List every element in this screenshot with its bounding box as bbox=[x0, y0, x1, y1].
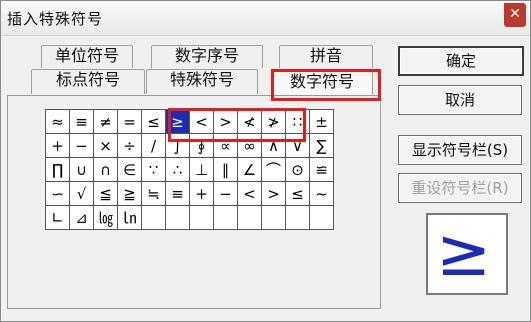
tab-pinyin[interactable]: 拼音 bbox=[279, 45, 373, 68]
symbol-cell[interactable]: − bbox=[213, 181, 238, 206]
symbol-row: ∽ √ ≦ ≧ ≒ ≡ + − < > ≤ ~ bbox=[45, 181, 334, 206]
symbol-cell[interactable]: + bbox=[189, 181, 214, 206]
symbol-cell[interactable]: ÷ bbox=[117, 133, 142, 158]
symbol-cell[interactable]: ⊙ bbox=[285, 157, 310, 182]
symbol-cell[interactable]: ∴ bbox=[165, 157, 190, 182]
symbol-cell[interactable]: ≒ bbox=[141, 181, 166, 206]
symbol-cell[interactable]: ∽ bbox=[45, 181, 70, 206]
symbol-row: ∏ ∪ ∩ ∈ ∵ ∴ ⊥ ∥ ∠ ⌒ ⊙ ≌ bbox=[45, 157, 334, 182]
tab-punctuation[interactable]: 标点符号 bbox=[31, 69, 145, 94]
symbol-cell[interactable]: ∪ bbox=[69, 157, 94, 182]
symbol-cell[interactable]: ≦ bbox=[93, 181, 118, 206]
symbol-cell[interactable]: ∈ bbox=[117, 157, 142, 182]
symbol-cell[interactable]: / bbox=[141, 133, 166, 158]
symbol-cell[interactable]: ± bbox=[309, 109, 334, 134]
symbol-cell[interactable]: ≤ bbox=[141, 109, 166, 134]
symbol-cell[interactable]: × bbox=[93, 133, 118, 158]
symbol-cell[interactable]: ∑ bbox=[309, 133, 334, 158]
dialog-title: 插入特殊符号 bbox=[7, 10, 104, 28]
empty-cell bbox=[213, 205, 238, 230]
ok-button[interactable]: 确定 bbox=[398, 46, 524, 76]
symbol-cell[interactable]: = bbox=[117, 109, 142, 134]
close-icon[interactable]: ✕ bbox=[504, 3, 526, 27]
empty-cell bbox=[285, 205, 310, 230]
insert-symbol-dialog: 插入特殊符号 ✕ 单位符号 数字序号 拼音 标点符号 特殊符号 数字符号 ≈ ≡ ≠… bbox=[0, 0, 531, 322]
symbol-cell[interactable]: ⊿ bbox=[69, 205, 94, 230]
empty-cell bbox=[141, 205, 166, 230]
symbol-cell[interactable]: ㏒ bbox=[93, 205, 118, 230]
symbol-cell[interactable]: ≌ bbox=[309, 157, 334, 182]
symbol-cell[interactable]: √ bbox=[69, 181, 94, 206]
empty-cell bbox=[309, 205, 334, 230]
cancel-button[interactable]: 取消 bbox=[398, 85, 522, 115]
show-toolbar-button[interactable]: 显示符号栏(S) bbox=[398, 135, 522, 165]
empty-cell bbox=[261, 205, 286, 230]
symbol-cell[interactable]: ∏ bbox=[45, 157, 70, 182]
symbol-row: ∟ ⊿ ㏒㏑ bbox=[45, 205, 334, 230]
symbol-cell[interactable]: ≤ bbox=[285, 181, 310, 206]
reset-toolbar-button[interactable]: 重设符号栏(R) bbox=[398, 173, 522, 203]
symbol-cell[interactable]: ≠ bbox=[93, 109, 118, 134]
tab-special-symbols[interactable]: 特殊符号 bbox=[146, 69, 258, 94]
symbol-cell[interactable]: ≡ bbox=[165, 181, 190, 206]
symbol-cell[interactable]: ∥ bbox=[213, 157, 238, 182]
symbol-cell[interactable]: ∩ bbox=[93, 157, 118, 182]
preview-symbol: ≥ bbox=[436, 214, 492, 291]
symbol-cell[interactable]: ~ bbox=[309, 181, 334, 206]
symbol-cell[interactable]: ≧ bbox=[117, 181, 142, 206]
symbol-cell[interactable]: ⊥ bbox=[189, 157, 214, 182]
symbol-cell[interactable]: + bbox=[45, 133, 70, 158]
empty-cell bbox=[189, 205, 214, 230]
tab-highlight-box bbox=[271, 69, 381, 101]
symbol-cell[interactable]: ∟ bbox=[45, 205, 70, 230]
symbol-cell[interactable]: ∵ bbox=[141, 157, 166, 182]
symbol-cell[interactable]: ⌒ bbox=[261, 157, 286, 182]
symbol-cell[interactable]: ∠ bbox=[237, 157, 262, 182]
empty-cell bbox=[237, 205, 262, 230]
symbol-cell[interactable]: ≈ bbox=[45, 109, 70, 134]
symbol-cell[interactable]: ㏑ bbox=[117, 205, 142, 230]
title-bar: 插入特殊符号 ✕ bbox=[1, 1, 530, 36]
symbol-cell[interactable]: − bbox=[69, 133, 94, 158]
tab-number-sequence[interactable]: 数字序号 bbox=[151, 45, 263, 68]
symbol-cell[interactable]: > bbox=[261, 181, 286, 206]
tab-unit-symbols[interactable]: 单位符号 bbox=[41, 45, 133, 68]
symbols-highlight-box bbox=[168, 108, 306, 142]
symbol-cell[interactable]: ≡ bbox=[69, 109, 94, 134]
symbol-preview: ≥ bbox=[426, 213, 508, 295]
empty-cell bbox=[165, 205, 190, 230]
symbol-cell[interactable]: < bbox=[237, 181, 262, 206]
